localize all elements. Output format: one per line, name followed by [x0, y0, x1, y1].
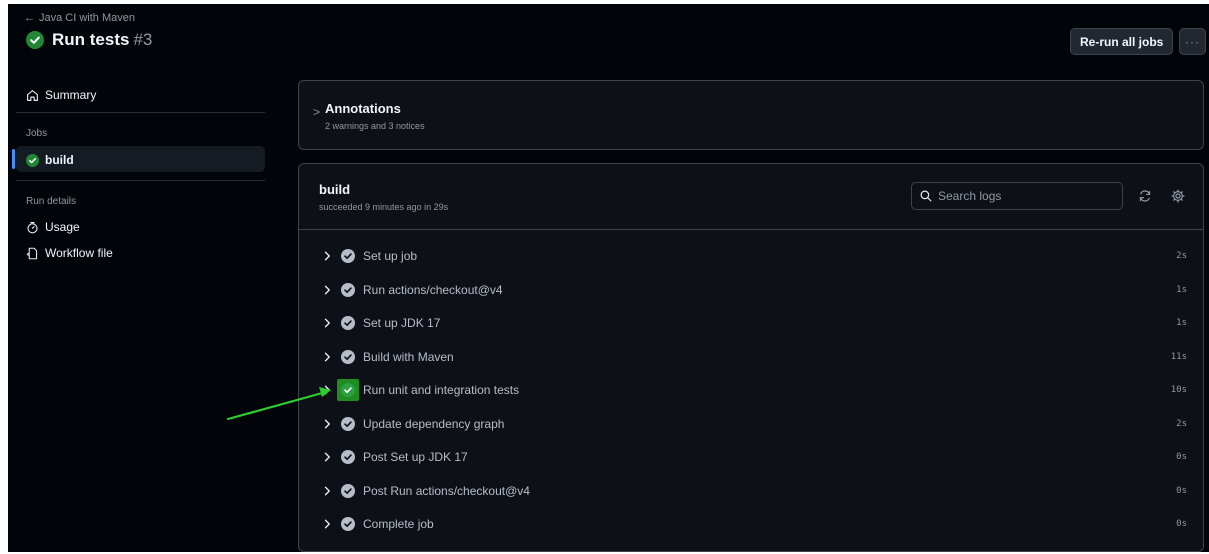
sidebar-item-label: Summary	[45, 88, 97, 102]
step-row[interactable]: Run actions/checkout@v4 1s	[299, 274, 1203, 307]
job-panel: build succeeded 9 minutes ago in 29s Set	[298, 163, 1204, 552]
step-duration: 2s	[1176, 251, 1187, 261]
chevron-right-icon	[324, 419, 330, 428]
more-options-button[interactable]: ···	[1179, 28, 1206, 55]
sidebar-active-indicator	[12, 149, 15, 169]
chevron-right-icon	[324, 318, 330, 328]
step-name: Run unit and integration tests	[363, 383, 520, 397]
chevron-right-icon	[324, 519, 330, 529]
job-title: build	[319, 182, 351, 197]
job-header-divider	[299, 229, 1203, 230]
step-row[interactable]: Post Set up JDK 17 0s	[299, 441, 1203, 474]
search-icon	[920, 190, 932, 202]
sidebar-item-build[interactable]: build	[26, 153, 74, 167]
back-link[interactable]: ← Java CI with Maven	[24, 12, 135, 24]
sidebar-item-label: Usage	[45, 220, 80, 234]
step-duration: 0s	[1176, 452, 1187, 462]
step-row[interactable]: Update dependency graph 2s	[299, 408, 1203, 441]
chevron-right-icon	[324, 352, 330, 361]
annotations-panel[interactable]: > Annotations 2 warnings and 3 notices	[298, 80, 1204, 150]
chevron-right-icon: >	[313, 105, 321, 119]
job-subtitle: succeeded 9 minutes ago in 29s	[319, 202, 449, 212]
sidebar-item-summary[interactable]: Summary	[26, 88, 96, 102]
step-duration: 11s	[1170, 351, 1187, 362]
step-duration: 0s	[1176, 519, 1187, 529]
step-name: Run actions/checkout@v4	[363, 282, 503, 297]
sync-icon	[1139, 190, 1151, 202]
check-circle-icon	[341, 249, 355, 263]
sidebar-item-usage[interactable]: Usage	[26, 220, 80, 234]
step-name: Build with Maven	[363, 349, 454, 364]
gear-icon	[1171, 189, 1185, 203]
refresh-button[interactable]	[1137, 188, 1153, 204]
sidebar-item-label: build	[45, 153, 74, 167]
chevron-right-icon	[324, 251, 330, 261]
sidebar-item-workflow-file[interactable]: Workflow file	[26, 246, 113, 260]
step-row[interactable]: Run unit and integration tests 10s	[299, 374, 1203, 407]
check-circle-icon	[26, 153, 39, 167]
step-row[interactable]: Set up JDK 17 1s	[299, 307, 1203, 340]
run-details-heading: Run details	[26, 196, 77, 207]
stopwatch-icon	[27, 221, 38, 233]
step-row[interactable]: Post Run actions/checkout@v4 0s	[299, 475, 1203, 508]
check-circle-icon	[341, 282, 355, 297]
chevron-right-icon	[324, 452, 330, 462]
step-duration: 0s	[1176, 485, 1187, 496]
chevron-right-icon	[324, 285, 330, 294]
step-name: Post Run actions/checkout@v4	[363, 483, 530, 498]
home-icon	[27, 89, 38, 101]
check-circle-icon	[341, 383, 355, 397]
step-row[interactable]: Complete job 0s	[299, 508, 1203, 541]
page-title: Run tests #3	[26, 30, 152, 50]
check-circle-icon	[341, 450, 355, 464]
back-link-label: Java CI with Maven	[39, 12, 135, 24]
step-duration: 1s	[1176, 284, 1187, 295]
search-logs-input[interactable]	[938, 189, 1108, 203]
settings-button[interactable]	[1170, 188, 1186, 204]
step-duration: 10s	[1170, 385, 1187, 395]
step-name: Post Set up JDK 17	[363, 450, 468, 464]
step-name: Set up job	[363, 249, 418, 263]
check-circle-icon	[341, 316, 355, 330]
step-row[interactable]: Set up job 2s	[299, 240, 1203, 273]
check-circle-icon	[341, 517, 355, 531]
sidebar-divider	[16, 112, 265, 113]
search-logs-box[interactable]	[911, 182, 1123, 210]
run-number: #3	[133, 30, 153, 49]
check-circle-icon	[341, 349, 355, 364]
step-duration: 2s	[1176, 418, 1187, 429]
sidebar-divider	[16, 180, 265, 181]
kebab-horizontal-icon: ···	[1185, 34, 1200, 49]
jobs-heading: Jobs	[26, 128, 48, 139]
step-duration: 1s	[1176, 318, 1187, 328]
run-name: Run tests #3	[52, 30, 153, 49]
step-row[interactable]: Build with Maven 11s	[299, 341, 1203, 374]
step-name: Complete job	[363, 517, 434, 531]
annotations-title: Annotations	[325, 101, 401, 116]
sidebar-item-label: Workflow file	[45, 246, 113, 260]
check-circle-icon	[26, 31, 44, 49]
step-name: Update dependency graph	[363, 416, 505, 431]
check-circle-icon	[341, 483, 355, 498]
rerun-all-jobs-button[interactable]: Re-run all jobs	[1070, 28, 1174, 55]
arrow-left-icon: ←	[24, 12, 35, 24]
annotations-subtitle: 2 warnings and 3 notices	[325, 121, 425, 131]
step-name: Set up JDK 17	[363, 316, 441, 330]
chevron-right-icon	[324, 385, 330, 395]
file-code-icon	[26, 247, 38, 259]
chevron-right-icon	[324, 486, 330, 495]
check-circle-icon	[341, 416, 355, 431]
app-window: ← Java CI with Maven Run tests #3 Re-run …	[8, 4, 1209, 552]
